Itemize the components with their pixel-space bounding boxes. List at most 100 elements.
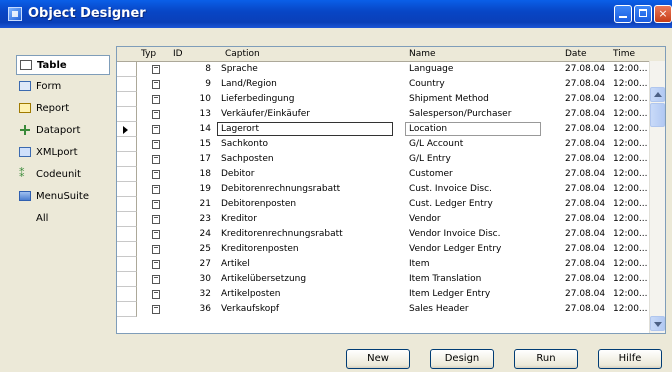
time-cell[interactable]: 12:00... <box>613 244 648 254</box>
caption-cell[interactable]: Land/Region <box>221 79 277 89</box>
column-header-typ[interactable]: Typ <box>141 49 156 59</box>
name-cell[interactable]: G/L Account <box>409 139 463 149</box>
caption-cell[interactable]: Kreditorenposten <box>221 244 299 254</box>
date-cell[interactable]: 27.08.04 <box>565 94 605 104</box>
caption-cell[interactable]: Kreditorenrechnungsrabatt <box>221 229 343 239</box>
sidebar-item-dataport[interactable]: Dataport <box>16 121 110 141</box>
time-cell[interactable]: 12:00... <box>613 274 648 284</box>
caption-cell[interactable]: Sachkonto <box>221 139 268 149</box>
caption-cell[interactable]: Lagerort <box>221 124 259 134</box>
name-cell[interactable]: Vendor <box>409 214 441 224</box>
table-row[interactable]: 25 Kreditorenposten Vendor Ledger Entry 27.… <box>137 242 650 257</box>
caption-cell[interactable]: Debitorenrechnungsrabatt <box>221 184 340 194</box>
id-cell[interactable]: 19 <box>137 184 211 194</box>
name-cell[interactable]: Cust. Ledger Entry <box>409 199 493 209</box>
date-cell[interactable]: 27.08.04 <box>565 184 605 194</box>
title-bar[interactable]: Object Designer × <box>0 0 672 28</box>
caption-cell[interactable]: Debitorenposten <box>221 199 296 209</box>
design-button[interactable]: Design <box>430 349 494 369</box>
date-cell[interactable]: 27.08.04 <box>565 169 605 179</box>
new-button[interactable]: New <box>346 349 410 369</box>
id-cell[interactable]: 17 <box>137 154 211 164</box>
id-cell[interactable]: 18 <box>137 169 211 179</box>
name-cell[interactable]: Vendor Ledger Entry <box>409 244 501 254</box>
date-cell[interactable]: 27.08.04 <box>565 214 605 224</box>
date-cell[interactable]: 27.08.04 <box>565 124 605 134</box>
date-cell[interactable]: 27.08.04 <box>565 199 605 209</box>
name-cell[interactable]: Sales Header <box>409 304 469 314</box>
time-cell[interactable]: 12:00... <box>613 124 648 134</box>
column-header-time[interactable]: Time <box>613 49 635 59</box>
table-row[interactable]: 23 Kreditor Vendor 27.08.04 12:00... <box>137 212 650 227</box>
id-cell[interactable]: 23 <box>137 214 211 224</box>
caption-cell[interactable]: Lieferbedingung <box>221 94 294 104</box>
id-cell[interactable]: 25 <box>137 244 211 254</box>
table-row[interactable]: 13 Verkäufer/Einkäufer Salesperson/Purchas… <box>137 107 650 122</box>
date-cell[interactable]: 27.08.04 <box>565 229 605 239</box>
table-row[interactable]: 10 Lieferbedingung Shipment Method 27.08.04… <box>137 92 650 107</box>
id-cell[interactable]: 24 <box>137 229 211 239</box>
id-cell[interactable]: 9 <box>137 79 211 89</box>
row-selector[interactable] <box>117 107 137 122</box>
id-cell[interactable]: 36 <box>137 304 211 314</box>
minimize-button[interactable] <box>614 5 632 23</box>
name-cell[interactable]: Salesperson/Purchaser <box>409 109 511 119</box>
date-cell[interactable]: 27.08.04 <box>565 259 605 269</box>
time-cell[interactable]: 12:00... <box>613 109 648 119</box>
name-cell[interactable]: Cust. Invoice Disc. <box>409 184 492 194</box>
close-button[interactable]: × <box>654 5 672 23</box>
name-cell[interactable]: Location <box>409 124 447 134</box>
id-cell[interactable]: 13 <box>137 109 211 119</box>
run-button[interactable]: Run <box>514 349 578 369</box>
scroll-down-button[interactable] <box>650 316 665 331</box>
table-row[interactable]: 36 Verkaufskopf Sales Header 27.08.04 12:00.… <box>137 302 650 317</box>
date-cell[interactable]: 27.08.04 <box>565 139 605 149</box>
time-cell[interactable]: 12:00... <box>613 64 648 74</box>
table-row[interactable]: 9 Land/Region Country 27.08.04 12:00... <box>137 77 650 92</box>
column-header-name[interactable]: Name <box>409 49 436 59</box>
time-cell[interactable]: 12:00... <box>613 199 648 209</box>
maximize-button[interactable] <box>634 5 652 23</box>
sidebar-item-form[interactable]: Form <box>16 77 110 97</box>
time-cell[interactable]: 12:00... <box>613 139 648 149</box>
name-cell[interactable]: Item Translation <box>409 274 481 284</box>
caption-cell[interactable]: Debitor <box>221 169 254 179</box>
date-cell[interactable]: 27.08.04 <box>565 64 605 74</box>
table-row[interactable]: 19 Debitorenrechnungsrabatt Cust. Invoice … <box>137 182 650 197</box>
time-cell[interactable]: 12:00... <box>613 184 648 194</box>
name-cell[interactable]: G/L Entry <box>409 154 451 164</box>
row-selector[interactable] <box>117 167 137 182</box>
row-selector[interactable] <box>117 212 137 227</box>
sidebar-item-all[interactable]: All <box>16 209 110 229</box>
sidebar-item-table[interactable]: Table <box>16 55 110 75</box>
help-button[interactable]: Hilfe <box>598 349 662 369</box>
row-selector[interactable] <box>117 152 137 167</box>
date-cell[interactable]: 27.08.04 <box>565 289 605 299</box>
sidebar-item-report[interactable]: Report <box>16 99 110 119</box>
row-selector[interactable] <box>117 92 137 107</box>
id-cell[interactable]: 27 <box>137 259 211 269</box>
column-header-caption[interactable]: Caption <box>225 49 260 59</box>
date-cell[interactable]: 27.08.04 <box>565 154 605 164</box>
date-cell[interactable]: 27.08.04 <box>565 79 605 89</box>
caption-cell[interactable]: Sachposten <box>221 154 274 164</box>
name-cell[interactable]: Customer <box>409 169 453 179</box>
table-row[interactable]: 15 Sachkonto G/L Account 27.08.04 12:00... <box>137 137 650 152</box>
date-cell[interactable]: 27.08.04 <box>565 244 605 254</box>
sidebar-item-xmlport[interactable]: XMLport <box>16 143 110 163</box>
row-selector[interactable] <box>117 272 137 287</box>
table-row[interactable]: 30 Artikelübersetzung Item Translation 27.0… <box>137 272 650 287</box>
sidebar-item-menusuite[interactable]: MenuSuite <box>16 187 110 207</box>
name-cell[interactable]: Country <box>409 79 445 89</box>
time-cell[interactable]: 12:00... <box>613 259 648 269</box>
date-cell[interactable]: 27.08.04 <box>565 109 605 119</box>
table-row[interactable]: 24 Kreditorenrechnungsrabatt Vendor Invoic… <box>137 227 650 242</box>
table-row[interactable]: 21 Debitorenposten Cust. Ledger Entry 27.08… <box>137 197 650 212</box>
row-selector[interactable] <box>117 227 137 242</box>
caption-cell[interactable]: Artikel <box>221 259 250 269</box>
sidebar-item-codeunit[interactable]: ⁑ Codeunit <box>16 165 110 185</box>
row-selector[interactable] <box>117 197 137 212</box>
column-header-id[interactable]: ID <box>173 49 183 59</box>
name-cell[interactable]: Shipment Method <box>409 94 489 104</box>
time-cell[interactable]: 12:00... <box>613 289 648 299</box>
